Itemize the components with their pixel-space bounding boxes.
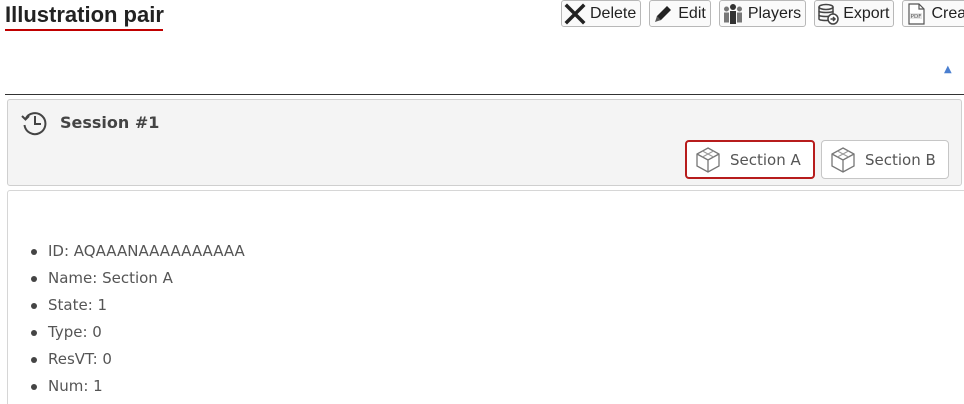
session-title: Session #1 — [60, 113, 160, 132]
delete-button[interactable]: Delete — [561, 0, 642, 27]
page-title: Illustration pair — [5, 2, 164, 27]
section-a-button[interactable]: Section A — [685, 140, 815, 179]
section-details-panel: ID: AQAAANAAAAAAAAAA Name: Section A Sta… — [7, 190, 964, 404]
detail-list: ID: AQAAANAAAAAAAAAA Name: Section A Sta… — [28, 241, 245, 403]
edit-label: Edit — [678, 4, 706, 22]
create-label: Crea — [931, 4, 964, 22]
close-icon — [564, 3, 586, 24]
delete-label: Delete — [590, 4, 637, 22]
cube-icon — [696, 146, 720, 173]
database-export-icon — [818, 3, 839, 25]
section-b-button[interactable]: Section B — [821, 140, 949, 179]
list-item: ID: AQAAANAAAAAAAAAA — [28, 241, 245, 268]
history-icon — [21, 112, 47, 136]
cube-icon — [831, 146, 855, 173]
collapse-arrow-icon[interactable]: ▲ — [944, 64, 952, 75]
svg-text:PDF: PDF — [911, 14, 922, 20]
players-button[interactable]: Players — [718, 0, 807, 27]
users-icon — [723, 3, 742, 24]
title-underline — [5, 29, 163, 31]
pdf-icon: PDF — [908, 2, 926, 25]
toolbar: Delete Edit Players Export PDF Crea — [561, 0, 964, 27]
section-b-label: Section B — [865, 150, 936, 169]
section-a-label: Section A — [730, 150, 801, 169]
list-item: Type: 0 — [28, 322, 245, 349]
divider — [5, 94, 964, 95]
pencil-icon — [655, 5, 672, 22]
list-item: Num: 1 — [28, 376, 245, 403]
create-pdf-button[interactable]: PDF Crea — [902, 0, 964, 27]
list-item: State: 1 — [28, 295, 245, 322]
players-label: Players — [747, 4, 802, 22]
list-item: ResVT: 0 — [28, 349, 245, 376]
session-panel: Session #1 Section A Section B — [7, 99, 962, 186]
edit-button[interactable]: Edit — [649, 0, 711, 27]
export-label: Export — [843, 4, 890, 22]
list-item: Name: Section A — [28, 268, 245, 295]
export-button[interactable]: Export — [814, 0, 895, 27]
